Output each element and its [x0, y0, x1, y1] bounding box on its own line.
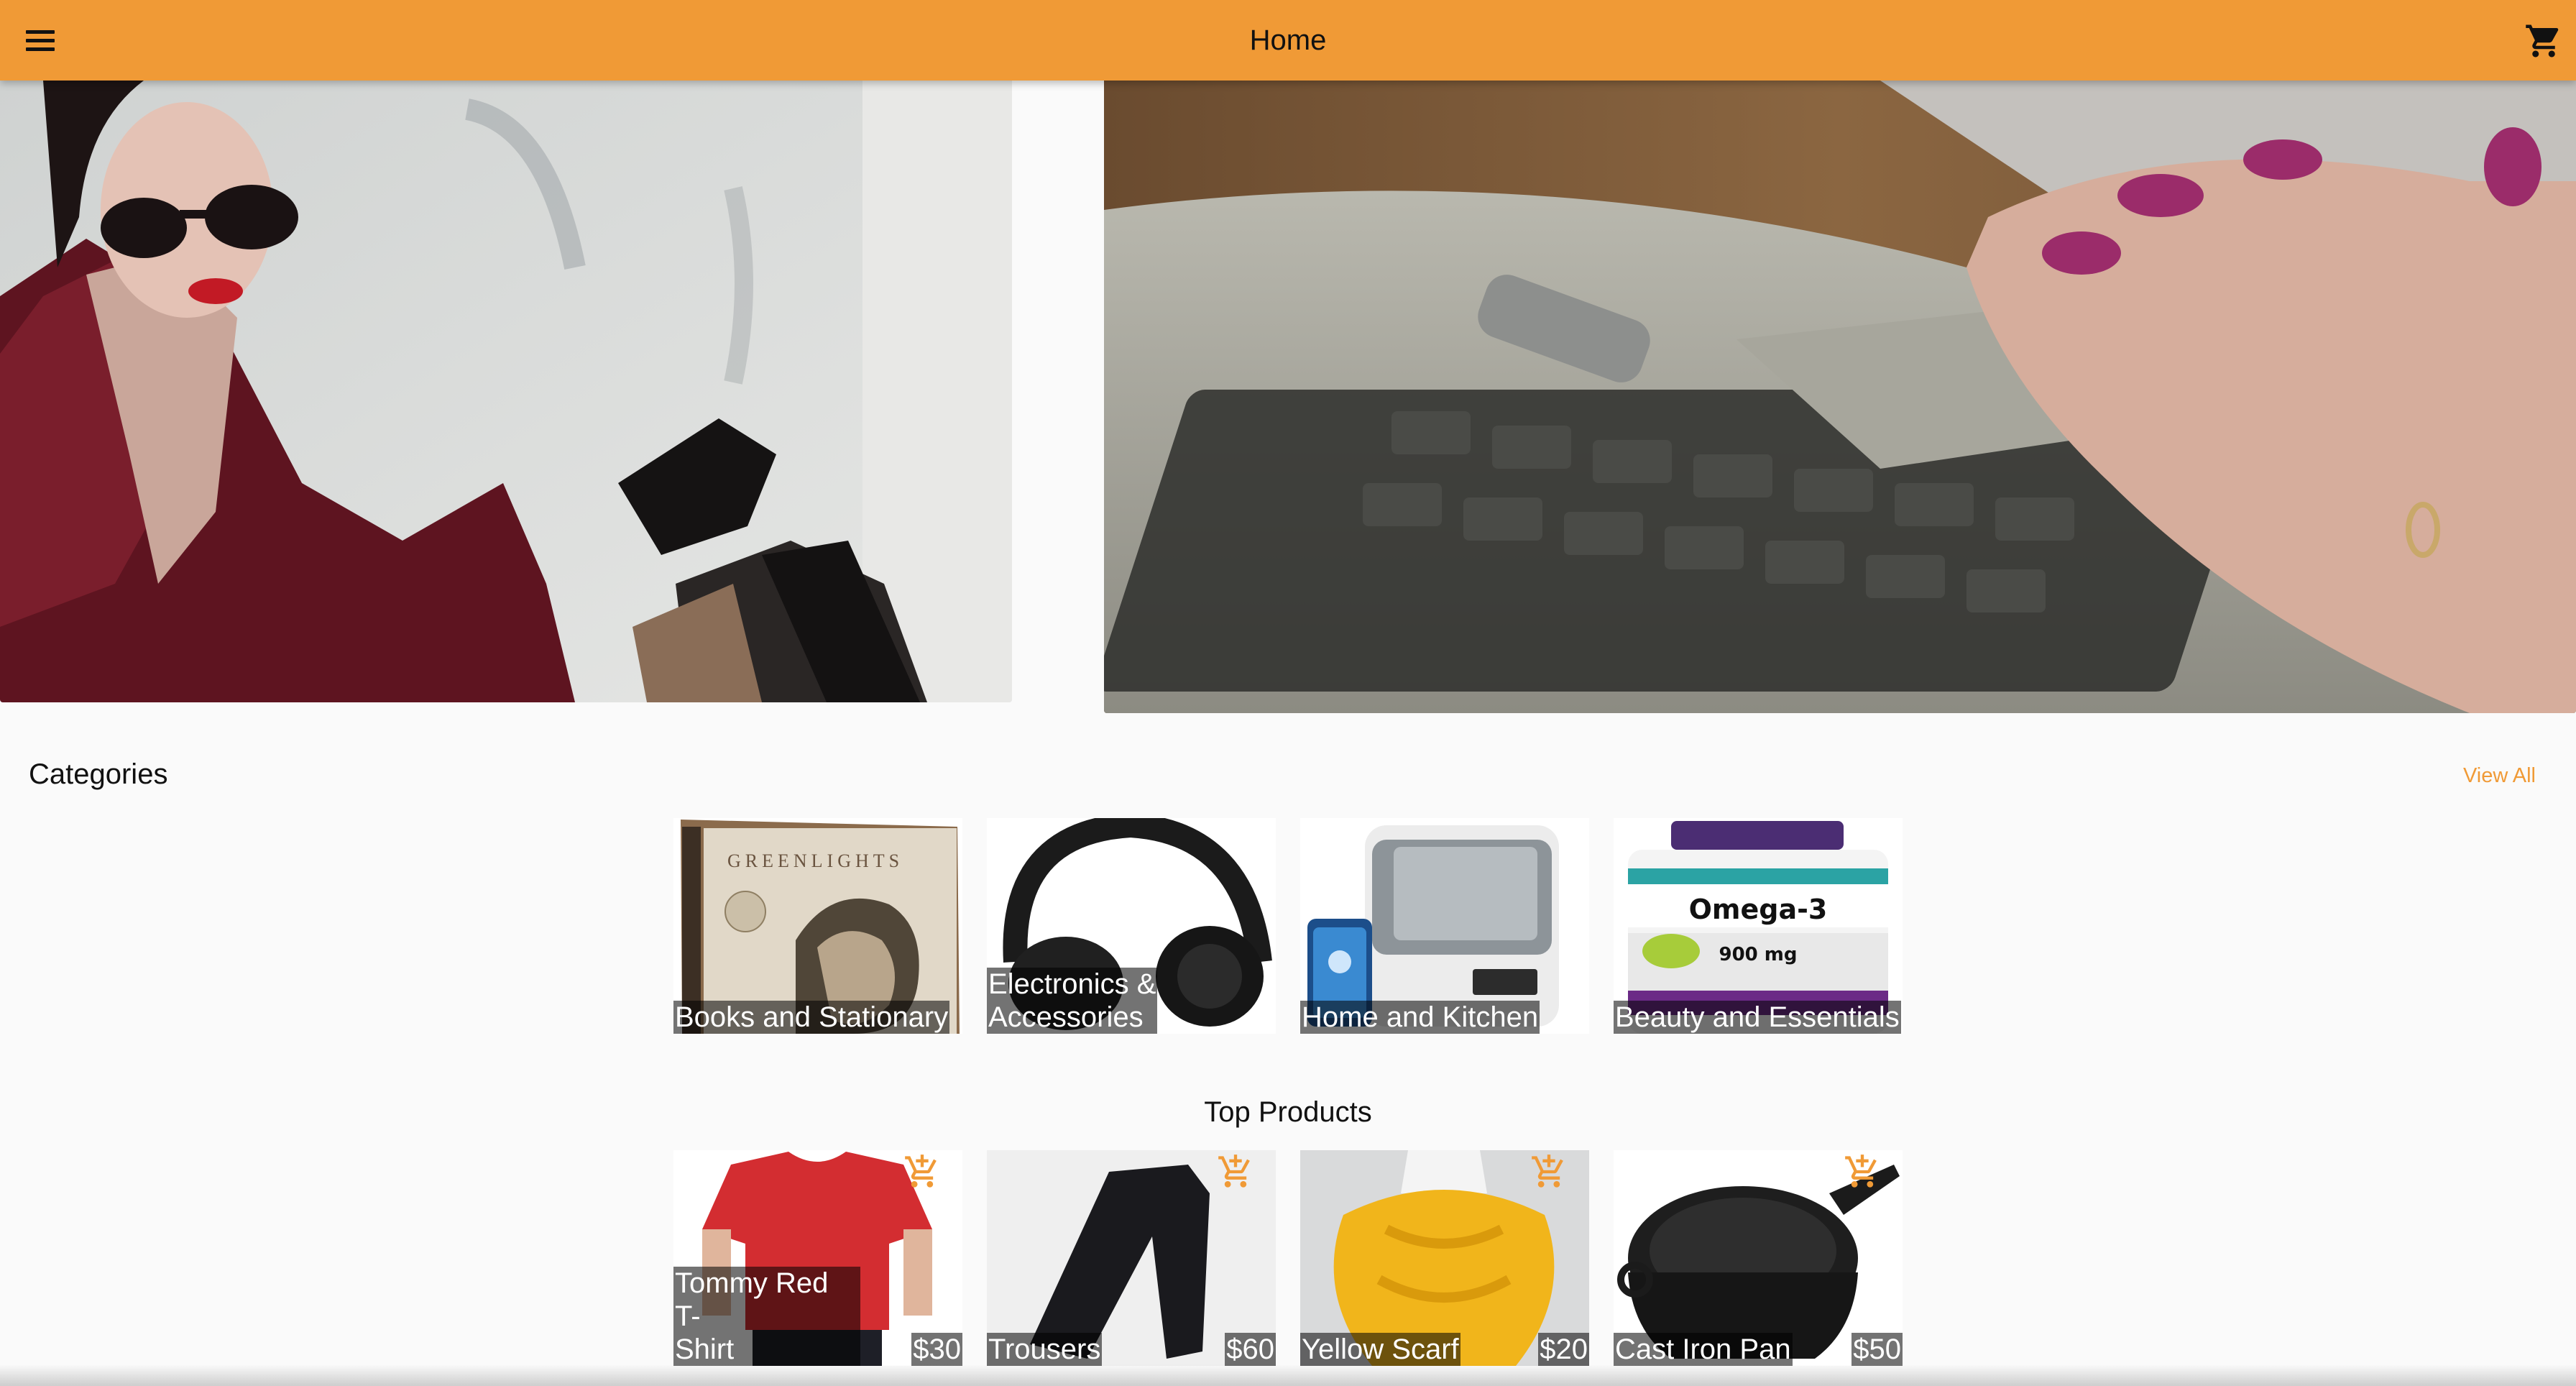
category-card-books[interactable]: GREENLIGHTS Books and Stationary — [673, 818, 962, 1034]
product-price: $30 — [911, 1333, 962, 1366]
banner-image-online-shopping[interactable] — [1104, 81, 2576, 713]
categories-heading: Categories — [29, 758, 168, 790]
svg-text:GREENLIGHTS: GREENLIGHTS — [727, 850, 903, 871]
add-to-cart-icon[interactable] — [1217, 1153, 1254, 1190]
add-to-cart-icon[interactable] — [1844, 1153, 1881, 1190]
add-to-cart-icon[interactable] — [1530, 1153, 1568, 1190]
svg-text:900 mg: 900 mg — [1719, 944, 1797, 965]
product-name: Yellow Scarf — [1300, 1333, 1460, 1366]
page-title: Home — [1249, 24, 1327, 56]
product-name: Cast Iron Pan — [1614, 1333, 1793, 1366]
product-name: Tommy Red T- Shirt — [673, 1267, 860, 1366]
view-all-link[interactable]: View All — [2463, 764, 2536, 788]
category-card-beauty[interactable]: Omega-3 900 mg Beauty and Essentials — [1614, 818, 1903, 1034]
category-label: Electronics & Accessories — [987, 968, 1158, 1034]
product-name: Trousers — [987, 1333, 1103, 1366]
svg-text:Omega-3: Omega-3 — [1689, 894, 1828, 925]
category-card-electronics[interactable]: Electronics & Accessories — [987, 818, 1276, 1034]
product-card[interactable]: Cast Iron Pan $50 — [1614, 1150, 1903, 1366]
banner-image-shopping-woman[interactable] — [0, 81, 1012, 702]
product-price: $20 — [1538, 1333, 1589, 1366]
product-price: $50 — [1852, 1333, 1903, 1366]
top-products-heading: Top Products — [1204, 1096, 1372, 1128]
product-card[interactable]: Trousers $60 — [987, 1150, 1276, 1366]
category-card-home-kitchen[interactable]: Home and Kitchen — [1300, 818, 1589, 1034]
scroll-edge-shadow — [0, 1364, 2576, 1386]
app-bar: Home — [0, 0, 2576, 81]
category-label: Beauty and Essentials — [1614, 1001, 1901, 1034]
category-label: Books and Stationary — [673, 1001, 950, 1034]
shopping-cart-icon[interactable] — [2524, 22, 2563, 60]
product-price: $60 — [1225, 1333, 1276, 1366]
category-label: Home and Kitchen — [1300, 1001, 1540, 1034]
add-to-cart-icon[interactable] — [903, 1153, 941, 1190]
product-card[interactable]: Yellow Scarf $20 — [1300, 1150, 1589, 1366]
product-card[interactable]: Tommy Red T- Shirt $30 — [673, 1150, 962, 1366]
